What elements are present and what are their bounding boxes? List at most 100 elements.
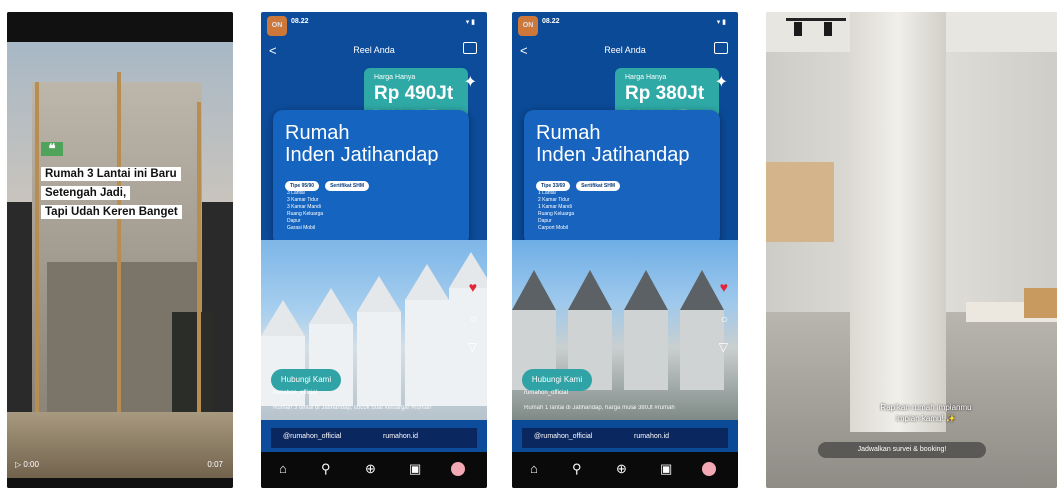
scaffold-pole: [117, 72, 121, 422]
camera-icon[interactable]: [714, 42, 728, 54]
share-icon[interactable]: ▽: [468, 340, 477, 354]
overlay-line: impian kamu! ✨: [896, 414, 956, 423]
spotlight-icon: [824, 22, 832, 36]
house-roof: [309, 288, 353, 324]
price-value: Rp 380Jt: [625, 83, 705, 104]
share-icon[interactable]: ▽: [719, 340, 728, 354]
account-handle[interactable]: @rumahon_official: [534, 433, 592, 440]
brand-logo: ON: [518, 16, 538, 36]
reel-panel-490[interactable]: ON 08.22 ▾ ▮ < Reel Anda Harga Hanya Rp …: [261, 12, 487, 488]
headline-line: Rumah: [285, 122, 350, 144]
bottom-nav: ⌂ ⚲ ⊕ ▣: [512, 452, 738, 488]
certificate-tag: Sertifikat SHM: [325, 181, 369, 191]
price-label: Harga Hanya: [625, 74, 667, 81]
house-roof: [624, 270, 668, 310]
top-letterbox: [7, 12, 233, 42]
search-icon[interactable]: ⚲: [572, 461, 582, 477]
reels-icon[interactable]: ▣: [409, 461, 421, 477]
feature-item: Dapur: [287, 218, 301, 224]
camera-icon[interactable]: [463, 42, 477, 54]
headline-line: Inden Jatihandap: [536, 144, 690, 166]
light-track: [786, 18, 846, 21]
heart-icon[interactable]: ♥: [720, 279, 728, 295]
house-facade: [680, 310, 724, 390]
house-roof: [357, 276, 401, 312]
profile-avatar[interactable]: [451, 462, 465, 476]
caption-line: Setengah Jadi,: [41, 186, 131, 200]
reel-panel-interior[interactable]: Rapikan rumah impianmu impian kamu! ✨ Ja…: [766, 12, 1057, 488]
account-name[interactable]: rumahon_official: [273, 390, 317, 396]
brand-logo: ON: [267, 16, 287, 36]
add-icon[interactable]: ⊕: [616, 461, 627, 477]
price-label: Harga Hanya: [374, 74, 416, 81]
feature-list: 1 Lantai 2 Kamar Tidur 1 Kamar Mandi Rua…: [538, 190, 574, 232]
feature-item: 1 Kamar Mandi: [538, 204, 572, 210]
sparkle-icon: ✦: [463, 74, 477, 91]
account-name[interactable]: rumahon_official: [524, 390, 568, 396]
video-caption: Rumah 3 Lantai ini Baru Setengah Jadi, T…: [41, 164, 182, 221]
reel-caption: Rumah 3 lantai di Jatihandap, cocok buat…: [273, 405, 432, 411]
account-bar[interactable]: @rumahon_official rumahon.id: [271, 428, 477, 448]
overlay-caption: Rapikan rumah impianmu impian kamu! ✨: [826, 402, 1026, 424]
certificate-tag: Sertifikat SHM: [576, 181, 620, 191]
profile-avatar[interactable]: [702, 462, 716, 476]
signal-battery-icon: ▾ ▮: [465, 19, 475, 26]
add-icon[interactable]: ⊕: [365, 461, 376, 477]
house-roof: [261, 300, 305, 336]
cardboard-box: [1024, 288, 1057, 318]
bottom-letterbox: [7, 478, 233, 488]
website-link[interactable]: rumahon.id: [383, 433, 418, 440]
quote-icon: ❝: [41, 142, 63, 156]
building-doorway: [172, 312, 212, 422]
website-link[interactable]: rumahon.id: [634, 433, 669, 440]
feature-item: 3 Kamar Tidur: [287, 197, 319, 203]
caption-line: Rumah 3 Lantai ini Baru: [41, 167, 181, 181]
house-facade: [405, 300, 449, 406]
home-icon[interactable]: ⌂: [279, 461, 287, 476]
page-title: Reel Anda: [353, 45, 395, 55]
scaffold-pole: [35, 82, 39, 422]
feature-item: 3 Kamar Mandi: [287, 204, 321, 210]
feature-item: Garasi Mobil: [287, 225, 316, 231]
home-icon[interactable]: ⌂: [530, 461, 538, 476]
feature-item: Ruang Keluarga: [287, 211, 324, 217]
headline-line: Inden Jatihandap: [285, 144, 439, 166]
reels-icon[interactable]: ▣: [660, 461, 672, 477]
page-title: Reel Anda: [604, 45, 646, 55]
comment-icon[interactable]: ○: [470, 312, 477, 326]
feature-list: 3 Lantai 3 Kamar Tidur 3 Kamar Mandi Rua…: [287, 190, 323, 232]
reel-panel-380[interactable]: ON 08.22 ▾ ▮ < Reel Anda Harga Hanya Rp …: [512, 12, 738, 488]
status-time: 08.22: [542, 18, 560, 25]
bottom-nav: ⌂ ⚲ ⊕ ▣: [261, 452, 487, 488]
video-player-bar[interactable]: ▷ 0:00 0:07: [7, 458, 233, 474]
heart-icon[interactable]: ♥: [469, 279, 477, 295]
account-bar[interactable]: @rumahon_official rumahon.id: [522, 428, 728, 448]
feature-item: Ruang Keluarga: [538, 211, 575, 217]
info-card: Rumah Inden Jatihandap Tipe 33/69 Sertifi…: [524, 110, 720, 246]
comment-icon[interactable]: ○: [721, 312, 728, 326]
feature-item: Carport Mobil: [538, 225, 569, 231]
signal-battery-icon: ▾ ▮: [716, 19, 726, 26]
house-roof: [680, 270, 724, 310]
feature-item: 3 Lantai: [287, 190, 305, 196]
feature-item: Dapur: [538, 218, 552, 224]
headline-line: Rumah: [536, 122, 601, 144]
status-time: 08.22: [291, 18, 309, 25]
duration-time: 0:07: [207, 460, 223, 469]
house-facade: [624, 310, 668, 390]
reel-panel-construction[interactable]: ❝ Rumah 3 Lantai ini Baru Setengah Jadi,…: [7, 12, 233, 488]
play-time[interactable]: ▷ 0:00: [15, 460, 39, 469]
overlay-line: Rapikan rumah impianmu: [880, 403, 972, 412]
contact-button[interactable]: Hubungi Kami: [271, 369, 341, 391]
house-facade: [357, 312, 401, 406]
info-card: Rumah Inden Jatihandap Tipe 95/90 Sertifi…: [273, 110, 469, 246]
sparkle-icon: ✦: [714, 74, 728, 91]
search-icon[interactable]: ⚲: [321, 461, 331, 477]
price-value: Rp 490Jt: [374, 83, 454, 104]
contact-button[interactable]: Hubungi Kami: [522, 369, 592, 391]
schedule-chip[interactable]: Jadwalkan survei & booking!: [818, 442, 986, 458]
ground-sand: [7, 412, 233, 488]
account-handle[interactable]: @rumahon_official: [283, 433, 341, 440]
scaffold-pole: [197, 102, 201, 422]
white-column: [850, 12, 946, 432]
